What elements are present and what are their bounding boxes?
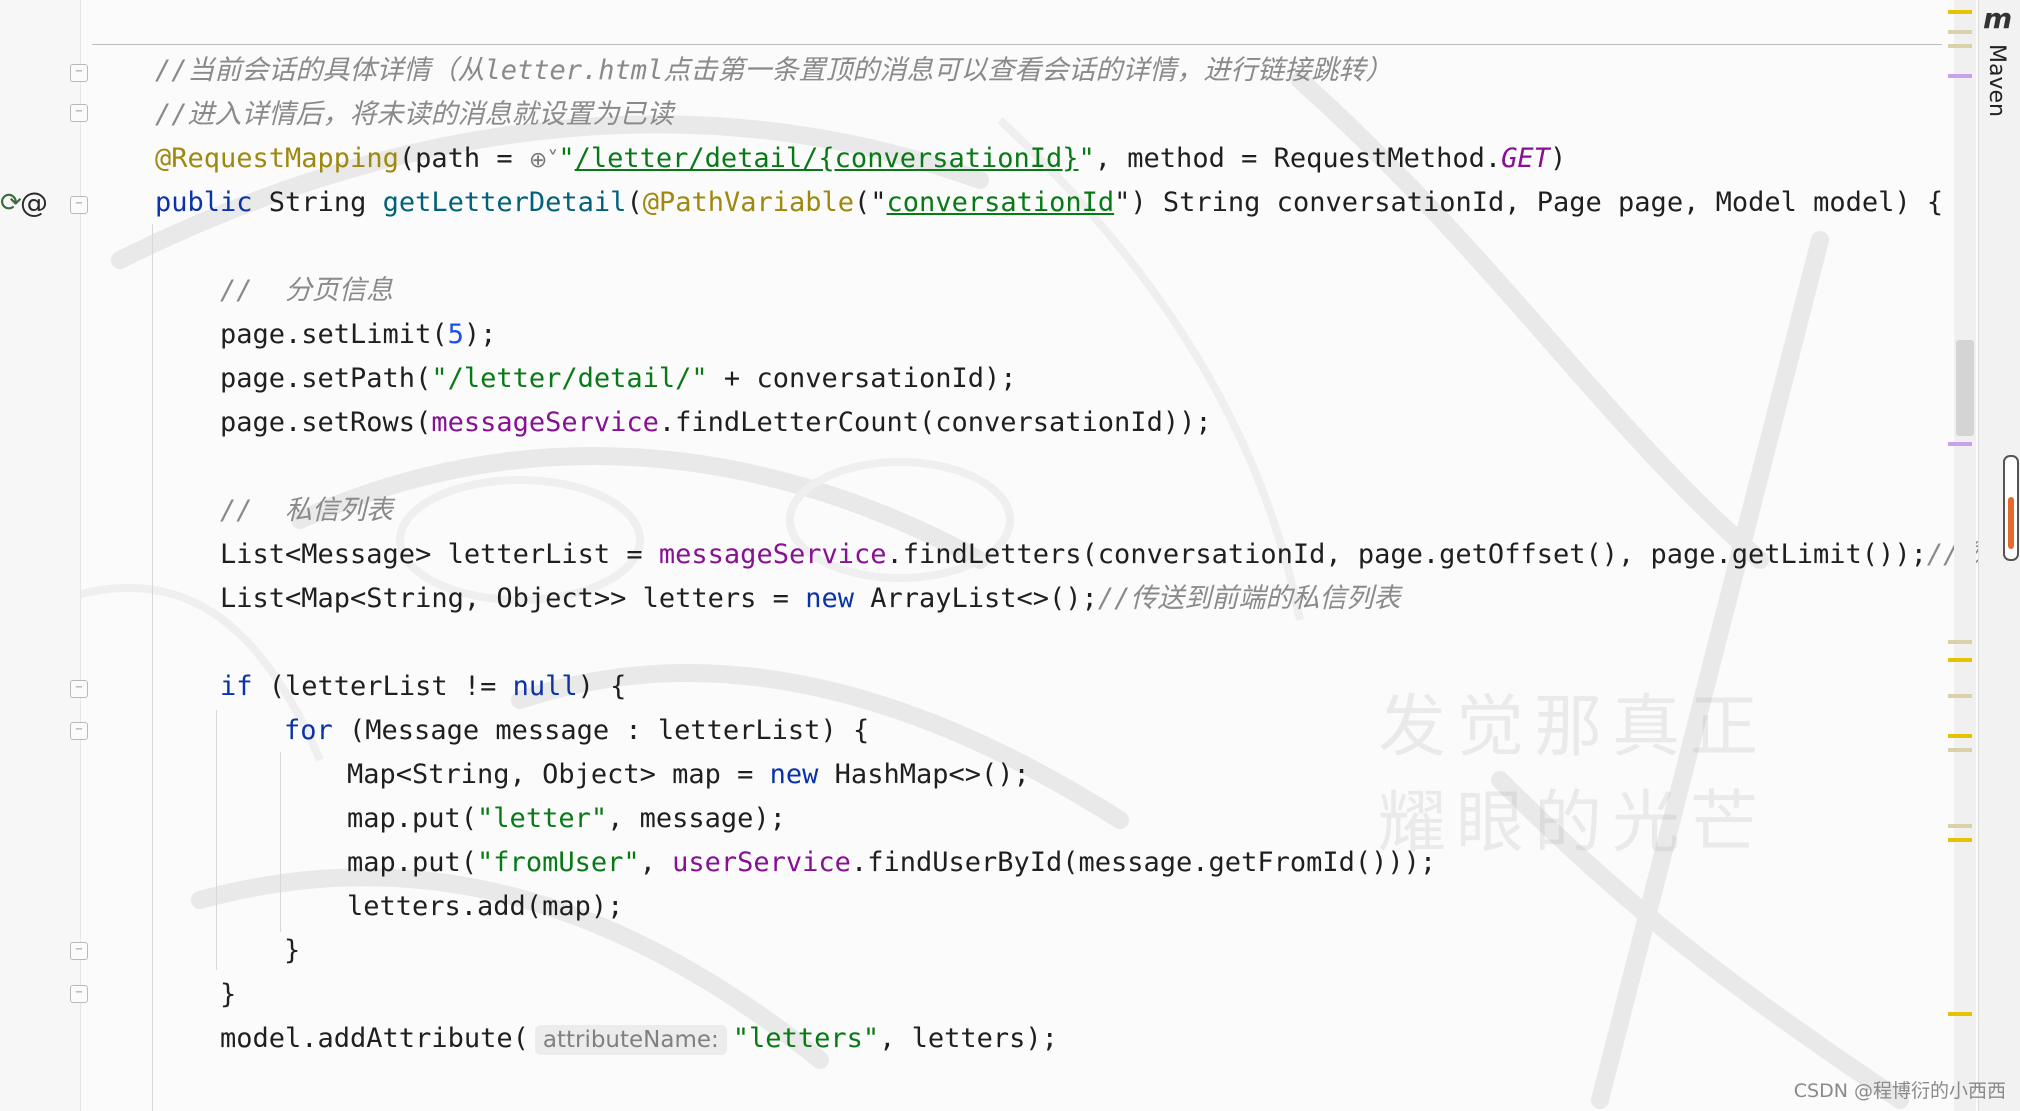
maven-tool-button[interactable]: Maven [1984,44,2009,117]
code-lines: //当前会话的具体详情（从letter.html点击第一条置顶的消息可以查看会话… [0,0,1978,1111]
code-line-requestmapping: @RequestMapping(path = ⊕˅"/letter/detail… [155,143,1567,174]
code-line: Map<String, Object> map = new HashMap<>(… [347,759,1030,790]
code-line: page.setRows(messageService.findLetterCo… [220,407,1212,438]
code-comment: //进入详情后，将未读的消息就设置为已读 [155,99,674,130]
code-line: } [220,979,237,1010]
stripe-marker[interactable] [1948,694,1972,698]
method-name: getLetterDetail [382,187,627,218]
stripe-marker[interactable] [1948,1012,1972,1016]
code-editor[interactable]: ⟳ @ − − − − − − − //当前会话的具体详情（从letter.ht… [0,0,1978,1111]
code-comment: //当前会话的具体详情（从letter.html点击第一条置顶的消息可以查看会话… [155,55,1393,86]
code-line: List<Map<String, Object>> letters = new … [220,583,1401,614]
code-line: letters.add(map); [347,891,624,922]
parameter-hint: attributeName: [534,1025,727,1055]
csdn-credit: CSDN @程博衍的小西西 [1793,1080,2006,1102]
stripe-marker[interactable] [1948,44,1972,48]
scrollbar-thumb[interactable] [1956,340,1974,436]
background-watermark: 发觉那真正 耀眼的光芒 [1378,688,1769,863]
code-line: model.addAttribute(attributeName: "letter… [220,1023,1058,1055]
code-line: for (Message message : letterList) { [284,715,870,746]
url-path-link[interactable]: /letter/detail/{conversationId} [575,143,1079,174]
globe-icon[interactable]: ⊕˅ [529,148,558,173]
stripe-marker[interactable] [1948,74,1972,78]
stripe-marker[interactable] [1948,748,1972,752]
code-line-method-signature: public String getLetterDetail(@PathVaria… [155,187,1944,218]
path-variable-link[interactable]: conversationId [887,187,1115,218]
stripe-marker[interactable] [1948,824,1972,828]
code-line: map.put("letter", message); [347,803,786,834]
stripe-marker[interactable] [1948,658,1972,662]
code-line: List<Message> letterList = messageServic… [220,539,1978,570]
stripe-marker[interactable] [1948,838,1972,842]
stripe-marker[interactable] [1948,640,1972,644]
error-stripe[interactable] [1954,0,1976,1111]
code-line: } [284,935,301,966]
stripe-marker[interactable] [1948,442,1972,446]
stripe-marker[interactable] [1948,30,1972,34]
code-line: page.setPath("/letter/detail/" + convers… [220,363,1017,394]
stripe-marker[interactable] [1948,734,1972,738]
code-line: map.put("fromUser", userService.findUser… [347,847,1437,878]
annotation-token: @RequestMapping [155,143,399,174]
code-comment: // 分页信息 [220,275,394,306]
code-line: page.setLimit(5); [220,319,497,350]
stripe-marker[interactable] [1948,10,1972,14]
maven-icon[interactable]: m [1983,2,2012,35]
scroll-indicator-icon[interactable] [2003,455,2019,561]
code-comment: // 私信列表 [220,495,394,526]
code-line: if (letterList != null) { [220,671,627,702]
